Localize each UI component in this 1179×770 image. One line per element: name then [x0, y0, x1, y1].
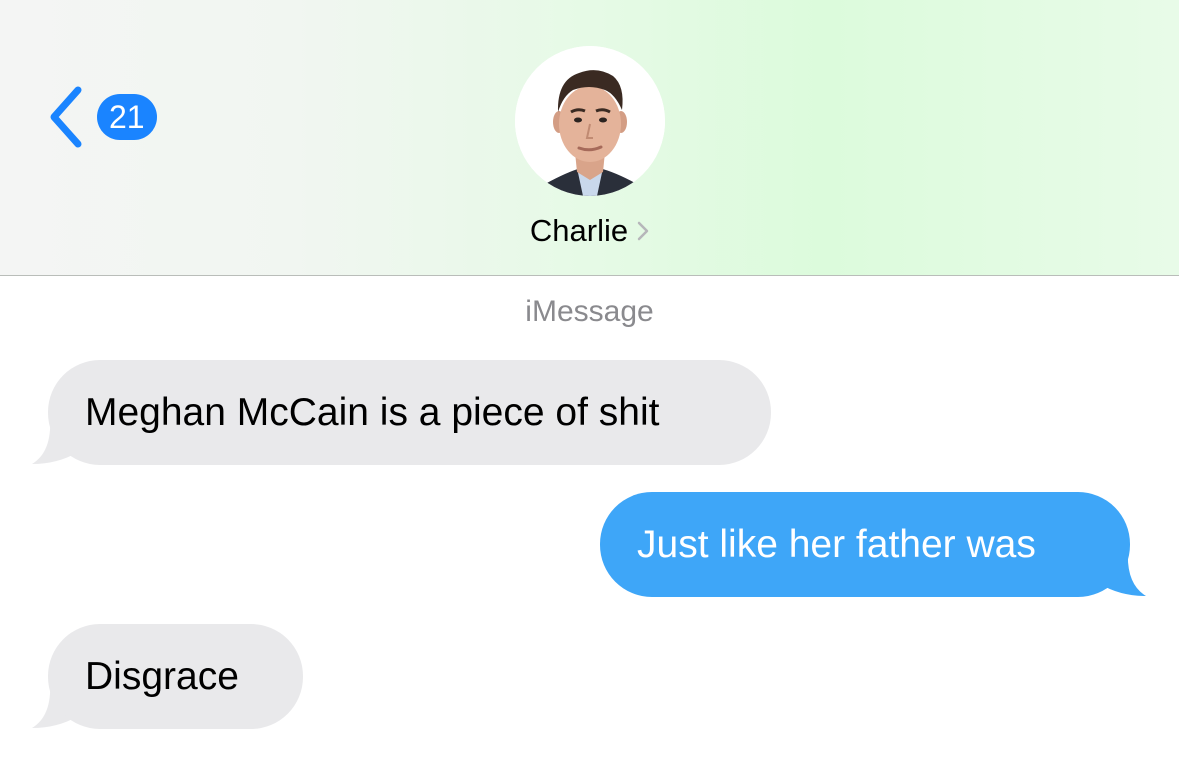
message-bubble-incoming[interactable]: Disgrace: [48, 624, 303, 729]
unread-count-badge: 21: [97, 94, 157, 140]
message-text: Meghan McCain is a piece of shit: [85, 391, 660, 434]
service-label: iMessage: [525, 295, 654, 328]
conversation-header: 21 Charlie: [0, 0, 1179, 276]
chevron-right-icon: [637, 221, 649, 241]
message-text: Just like her father was: [637, 523, 1036, 566]
chevron-left-icon: [50, 86, 82, 148]
message-bubble-outgoing[interactable]: Just like her father was: [600, 492, 1130, 597]
message-bubble-incoming[interactable]: Meghan McCain is a piece of shit: [48, 360, 771, 465]
message-text: Disgrace: [85, 655, 239, 698]
back-button[interactable]: 21: [44, 84, 179, 150]
avatar[interactable]: [515, 46, 665, 196]
contact-name: Charlie: [529, 213, 629, 248]
contact-name-button[interactable]: Charlie: [440, 206, 740, 256]
